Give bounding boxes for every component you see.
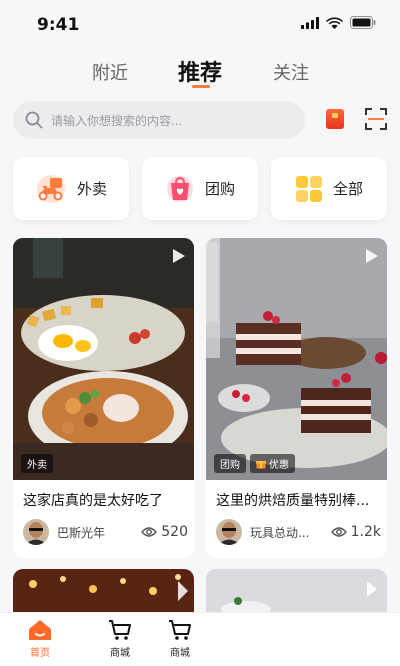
grid-icon xyxy=(295,175,322,202)
tab-recommend[interactable]: 推荐 xyxy=(178,55,222,87)
view-count: 520 xyxy=(141,524,188,540)
nav-home[interactable]: 首页 xyxy=(16,619,64,659)
nav-label: 商城 xyxy=(110,648,130,659)
shopping-bag-icon xyxy=(166,175,193,202)
feed-card[interactable]: 外卖 这家店真的是太好吃了 巴斯光年 520 xyxy=(13,238,194,558)
eye-icon xyxy=(330,527,347,537)
tag-row: 团购 优惠 xyxy=(214,454,295,473)
wifi-icon xyxy=(326,17,343,29)
category-label: 外卖 xyxy=(76,180,107,198)
top-tabs: 附近 推荐 关注 xyxy=(0,55,400,91)
food-photo xyxy=(13,238,194,480)
author-name[interactable]: 巴斯光年 xyxy=(57,524,141,541)
tab-nearby[interactable]: 附近 xyxy=(92,59,128,85)
battery-icon xyxy=(350,16,376,29)
cart-icon xyxy=(169,620,191,640)
status-icons xyxy=(301,16,376,29)
status-time: 9:41 xyxy=(37,15,80,35)
tag-discount-label: 优惠 xyxy=(269,460,289,471)
author-name[interactable]: 玩具总动... xyxy=(250,524,331,541)
author-row: 巴斯光年 520 xyxy=(23,519,188,545)
nav-mall[interactable]: 商城 xyxy=(96,619,144,659)
view-count-value: 520 xyxy=(161,524,188,540)
tag-row: 外卖 xyxy=(21,454,53,473)
play-icon xyxy=(173,249,185,263)
search-icon xyxy=(25,111,43,129)
nav-mall[interactable]: 商城 xyxy=(156,619,204,659)
play-icon xyxy=(366,249,378,263)
scooter-icon xyxy=(36,174,65,203)
nav-label: 首页 xyxy=(30,648,50,659)
category-all-button[interactable]: 全部 xyxy=(271,157,387,220)
tag-groupbuy: 团购 xyxy=(214,454,246,473)
cake-photo xyxy=(206,238,387,480)
scan-icon[interactable] xyxy=(364,107,388,131)
status-bar: 9:41 xyxy=(0,0,400,48)
avatar[interactable] xyxy=(23,519,49,545)
eye-icon xyxy=(141,527,158,537)
card-title: 这家店真的是太好吃了 xyxy=(23,493,163,509)
coupon-icon[interactable] xyxy=(325,108,345,130)
gift-icon xyxy=(256,460,266,468)
avatar[interactable] xyxy=(216,519,242,545)
category-takeout-button[interactable]: 外卖 xyxy=(13,157,129,220)
card-title: 这里的烘焙质量特别棒... xyxy=(216,493,370,509)
search-placeholder: 请输入你想搜索的内容... xyxy=(51,113,183,128)
view-count: 1.2k xyxy=(330,524,381,540)
tag-takeout: 外卖 xyxy=(21,454,53,473)
bottom-nav: 首页 商城 商城 xyxy=(0,612,400,666)
category-label: 团购 xyxy=(204,180,235,198)
nav-label: 商城 xyxy=(170,648,190,659)
tab-follow[interactable]: 关注 xyxy=(273,59,309,85)
cart-icon xyxy=(109,620,131,640)
home-icon xyxy=(29,620,51,640)
author-row: 玩具总动... 1.2k xyxy=(216,519,381,545)
category-groupbuy-button[interactable]: 团购 xyxy=(142,157,258,220)
tag-discount: 优惠 xyxy=(250,454,295,473)
feed-card[interactable]: 团购 优惠 这里的烘焙质量特别棒... 玩具总动... 1.2k xyxy=(206,238,387,558)
search-input[interactable]: 请输入你想搜索的内容... xyxy=(13,101,305,139)
tab-active-indicator xyxy=(192,85,210,88)
signal-icon xyxy=(301,16,319,29)
view-count-value: 1.2k xyxy=(350,524,381,540)
category-label: 全部 xyxy=(332,180,363,198)
